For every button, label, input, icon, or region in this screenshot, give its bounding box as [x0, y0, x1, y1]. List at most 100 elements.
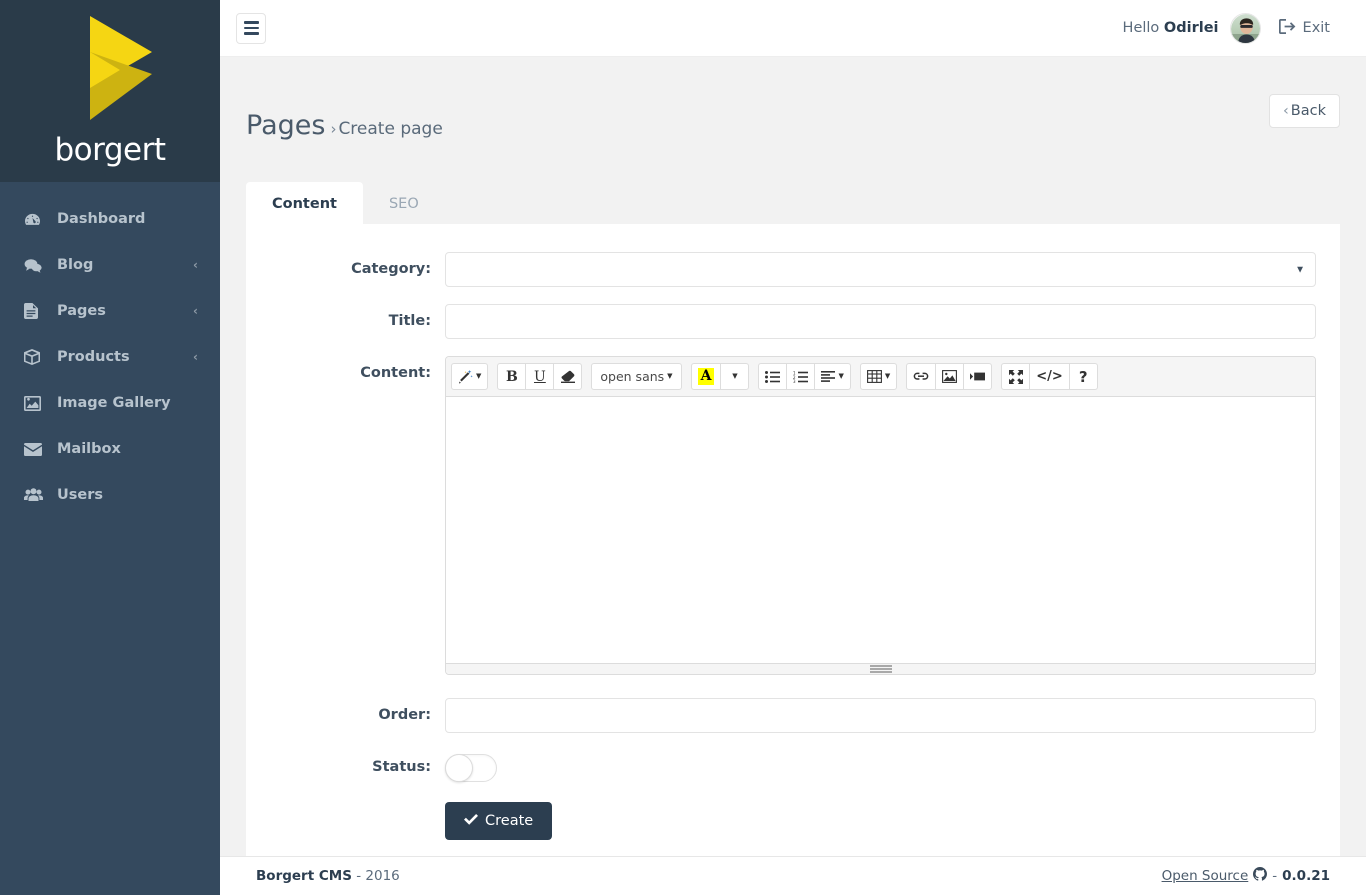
title-label: Title:: [388, 313, 431, 330]
chevron-left-icon: ‹: [193, 258, 198, 272]
hamburger-bar: [243, 26, 259, 30]
user-avatar-photo[interactable]: [1229, 12, 1261, 44]
caret-down-icon: ▼: [732, 372, 738, 381]
create-button[interactable]: Create: [445, 802, 553, 841]
category-field-wrap: ▼: [445, 252, 1316, 288]
caret-down-icon: ▼: [476, 372, 482, 381]
style-magic-wand-button[interactable]: ▼: [451, 363, 489, 391]
magic-icon: [458, 369, 473, 384]
brand-logo[interactable]: borgert: [0, 0, 220, 182]
cube-icon: [24, 349, 46, 365]
field-row-title: Title:: [270, 304, 1316, 340]
back-button[interactable]: ‹ Back: [1268, 94, 1340, 128]
picture-button[interactable]: [935, 363, 965, 391]
list-ol-icon: 123: [793, 371, 809, 383]
sidebar-item-pages[interactable]: Pages ‹: [0, 288, 220, 334]
fullscreen-button[interactable]: [1001, 363, 1031, 391]
check-icon: [464, 813, 478, 829]
envelope-icon: [24, 441, 46, 457]
order-input[interactable]: [445, 698, 1316, 734]
link-button[interactable]: [906, 363, 937, 391]
greeting-text: Hello Odirlei: [1123, 20, 1219, 36]
recent-color-button[interactable]: A: [690, 363, 722, 391]
exit-button[interactable]: Exit: [1278, 18, 1330, 38]
underline-button[interactable]: U: [525, 363, 555, 391]
chevron-left-icon: ‹: [193, 304, 198, 318]
sidebar-item-image-gallery[interactable]: Image Gallery: [0, 380, 220, 426]
video-button[interactable]: [963, 363, 993, 391]
unordered-list-button[interactable]: [758, 363, 788, 391]
underline-icon: U: [533, 368, 546, 385]
field-row-status: Status:: [270, 750, 1316, 783]
editor-resize-handle[interactable]: [446, 663, 1315, 675]
submit-label-spacer: [270, 802, 445, 811]
title-input[interactable]: [445, 304, 1316, 340]
sidebar-item-dashboard[interactable]: Dashboard: [0, 196, 220, 242]
table-button[interactable]: ▼: [859, 363, 898, 391]
bold-button[interactable]: B: [497, 363, 527, 391]
table-icon: [866, 370, 882, 384]
comments-icon: [24, 257, 46, 273]
sidebar-item-label: Products: [57, 349, 130, 365]
toolbar-group-font-name: open sans ▼: [591, 363, 682, 391]
editor-content-area[interactable]: [446, 397, 1315, 664]
toolbar-group-insert: [906, 363, 993, 391]
field-row-content: Content: ▼ B U open sans ▼ A ▼ 1 2 3 ▼ ▼…: [270, 356, 1316, 676]
help-button[interactable]: ?: [1068, 363, 1098, 391]
sidebar-nav: Dashboard Blog ‹ Pages ‹ Products ‹ Imag…: [0, 182, 220, 518]
exit-label: Exit: [1302, 20, 1330, 36]
arrows-alt-icon: [1008, 369, 1023, 384]
status-label: Status:: [372, 759, 431, 776]
open-source-link[interactable]: Open Source: [1162, 868, 1249, 884]
github-icon: [1253, 867, 1268, 885]
sidebar-item-label: Blog: [57, 257, 94, 273]
sidebar-item-users[interactable]: Users: [0, 472, 220, 518]
form-panel: Category: ▼ Title: Content: ▼ B U open s…: [246, 224, 1340, 856]
paragraph-align-button[interactable]: ▼: [814, 363, 851, 391]
toolbar-group-para: 123 ▼: [758, 363, 851, 391]
username: Odirlei: [1163, 20, 1219, 36]
image-icon: [24, 395, 46, 411]
code-view-button[interactable]: </>: [1029, 363, 1070, 391]
video-icon: [970, 371, 986, 382]
create-button-label: Create: [485, 813, 534, 830]
status-toggle[interactable]: [445, 754, 497, 783]
tachometer-icon: [24, 211, 46, 227]
category-select[interactable]: [445, 252, 1316, 288]
sidebar-item-mailbox[interactable]: Mailbox: [0, 426, 220, 472]
hamburger-bar: [243, 32, 259, 35]
ordered-list-button[interactable]: 123: [786, 363, 816, 391]
play-triangle-logo: [62, 14, 158, 122]
tab-bar: Content SEO: [246, 181, 1340, 226]
editor-toolbar: ▼ B U open sans ▼ A ▼ 1 2 3 ▼ ▼ </> ?: [446, 357, 1315, 398]
sidebar-item-blog[interactable]: Blog ‹: [0, 242, 220, 288]
align-left-icon: [821, 371, 836, 383]
caret-down-icon: ▼: [667, 372, 673, 381]
field-row-order: Order:: [270, 698, 1316, 734]
breadcrumb-current: Create page: [338, 119, 443, 140]
sidebar-item-label: Mailbox: [57, 441, 121, 457]
users-icon: [24, 487, 46, 503]
tab-content[interactable]: Content: [246, 182, 363, 226]
code-icon: </>: [1036, 369, 1063, 385]
clear-formatting-button[interactable]: [553, 363, 583, 391]
font-name-button[interactable]: open sans ▼: [591, 363, 682, 391]
footer-brand: Borgert CMS: [256, 868, 352, 884]
order-label: Order:: [378, 707, 431, 724]
file-text-icon: [24, 303, 46, 319]
content-wrapper: Pages › Create page ‹ Back Content SEO Cate…: [220, 57, 1366, 856]
content-field-wrap: ▼ B U open sans ▼ A ▼ 1 2 3 ▼ ▼ </> ?: [445, 356, 1316, 676]
toolbar-group-view: </> ?: [1001, 363, 1098, 391]
tab-seo[interactable]: SEO: [363, 182, 445, 225]
bold-icon: B: [505, 368, 518, 385]
caret-down-icon: ▼: [838, 372, 844, 381]
chevron-left-icon: ‹: [193, 350, 198, 364]
sidebar-item-products[interactable]: Products ‹: [0, 334, 220, 380]
main-area: Hello Odirlei Exit Pages › Create page ‹…: [220, 0, 1366, 895]
color-dropdown-button[interactable]: ▼: [720, 363, 750, 391]
sidebar-item-label: Image Gallery: [57, 395, 171, 411]
breadcrumb-separator: ›: [330, 120, 337, 139]
hamburger-icon[interactable]: [236, 12, 266, 44]
caret-down-icon: ▼: [884, 372, 891, 381]
sidebar-item-label: Pages: [57, 303, 106, 319]
